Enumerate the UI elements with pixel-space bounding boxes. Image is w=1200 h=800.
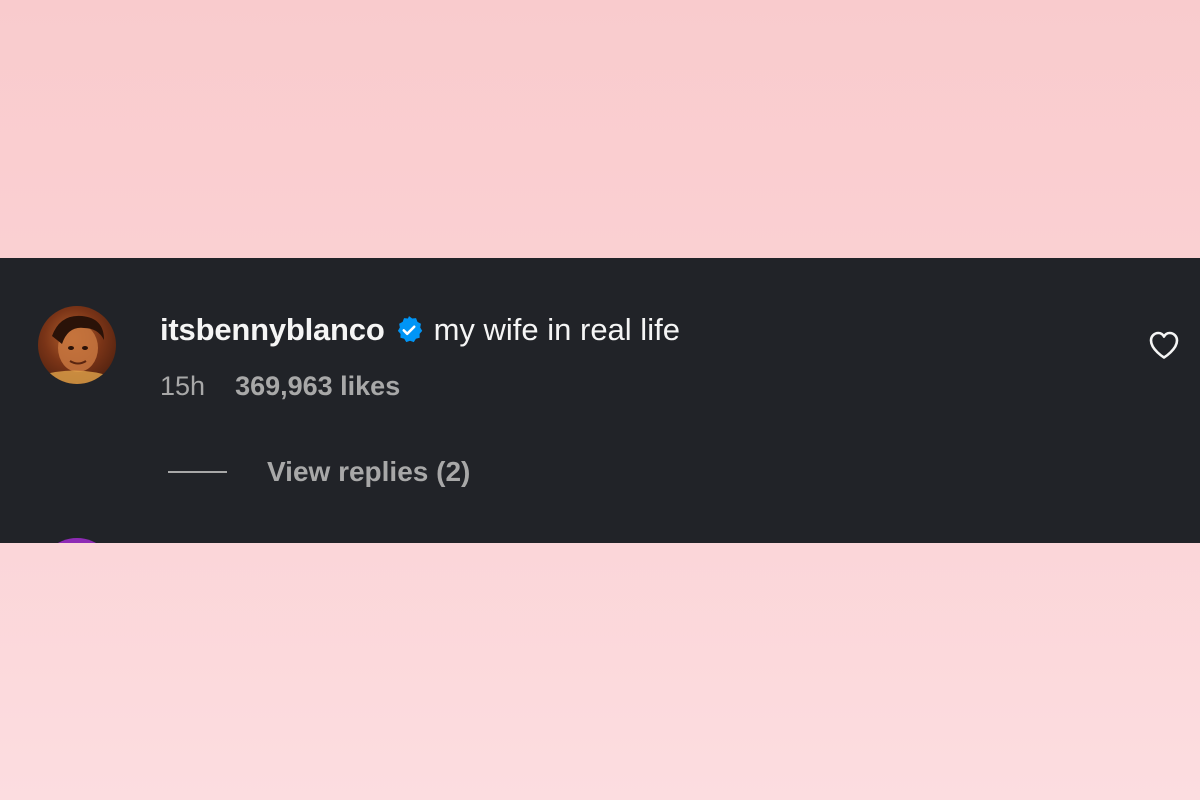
- comment-text: my wife in real life: [433, 312, 680, 347]
- avatar-photo: [38, 315, 116, 384]
- replies-divider-line: [168, 471, 227, 473]
- username[interactable]: itsbennyblanco: [160, 312, 385, 348]
- heart-outline-icon[interactable]: [1148, 330, 1180, 360]
- view-replies-button[interactable]: View replies (2): [267, 456, 470, 488]
- comment-meta: 15h 369,963 likes: [160, 371, 400, 402]
- comment-panel: itsbennyblanco my wife in real life 15h …: [0, 258, 1200, 543]
- next-comment-avatar[interactable]: [38, 538, 116, 543]
- view-replies-row[interactable]: View replies (2): [168, 456, 470, 488]
- verified-badge-icon: [394, 315, 424, 345]
- avatar[interactable]: [38, 306, 116, 384]
- comment-timestamp: 15h: [160, 371, 206, 401]
- comment-line: itsbennyblanco my wife in real life: [160, 310, 680, 350]
- like-count[interactable]: 369,963 likes: [235, 371, 400, 402]
